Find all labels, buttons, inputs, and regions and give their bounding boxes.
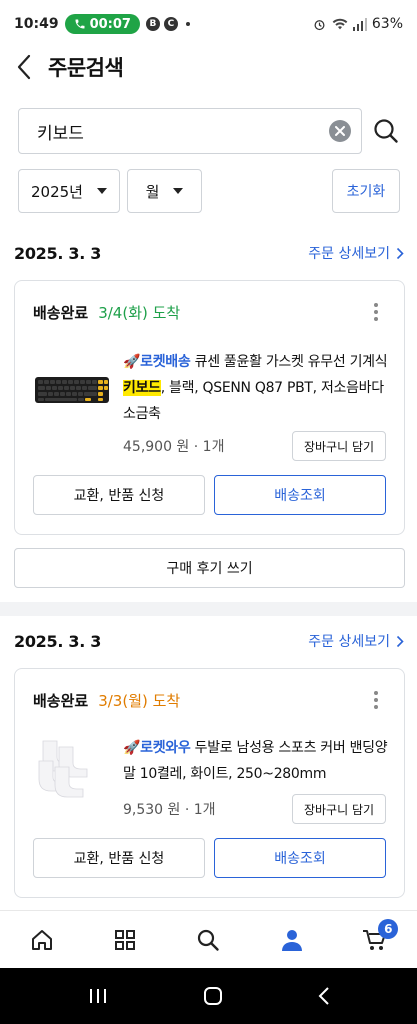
search-keyword-highlight: 키보드 (123, 380, 161, 396)
add-to-cart-button[interactable]: 장바구니 담기 (292, 794, 386, 824)
order-date: 2025. 3. 3 (14, 631, 102, 651)
order-status-row: 배송완료 3/3(월) 도착 (33, 685, 386, 715)
more-notifications-icon (185, 22, 190, 26)
nav-cart[interactable]: 6 (350, 915, 400, 965)
write-review-button[interactable]: 구매 후기 쓰기 (14, 548, 405, 588)
arrival-date: 3/3(월) 도착 (98, 691, 181, 710)
wifi-icon (332, 18, 348, 30)
messenger-notification-icon: B (145, 17, 160, 31)
keyboard-product-image[interactable] (33, 361, 113, 421)
month-select[interactable]: 월 (127, 169, 202, 213)
page-title: 주문검색 (48, 56, 124, 80)
order-group-header: 2025. 3. 3 주문 상세보기 (14, 626, 404, 656)
nav-home[interactable] (17, 915, 67, 965)
close-icon (335, 126, 346, 136)
product-title[interactable]: 🚀로켓배송 큐센 풀윤활 가스켓 유무선 기계식 키보드, 블랙, QSENN … (123, 349, 388, 427)
add-to-cart-button[interactable]: 장바구니 담기 (292, 431, 386, 461)
order-status-row: 배송완료 3/4(화) 도착 (33, 297, 386, 327)
product-title[interactable]: 🚀로켓와우 두발로 남성용 스포츠 커버 밴딩양말 10켤레, 화이트, 250… (123, 735, 388, 787)
order-group-header: 2025. 3. 3 주문 상세보기 (14, 238, 404, 268)
rocket-icon: 🚀 (123, 354, 141, 370)
reset-button[interactable]: 초기화 (332, 169, 400, 213)
order-detail-label: 주문 상세보기 (308, 634, 390, 650)
arrival-date: 3/4(화) 도착 (98, 303, 181, 322)
ongoing-call-pill[interactable]: 00:07 (64, 14, 140, 34)
section-divider (0, 602, 417, 616)
back-button[interactable] (0, 44, 48, 90)
back-nav-icon[interactable] (318, 986, 330, 1006)
product-price: 45,900 원 · 1개 (123, 439, 225, 455)
month-select-value: 월 (145, 182, 160, 201)
order-actions: 교환, 반품 신청 배송조회 (33, 838, 386, 878)
call-timer: 00:07 (89, 16, 131, 32)
nav-search[interactable] (183, 915, 233, 965)
order-detail-link[interactable]: 주문 상세보기 (308, 243, 404, 263)
search-icon (198, 929, 220, 951)
order-actions: 교환, 반품 신청 배송조회 (33, 475, 386, 515)
rocket-delivery-badge: 로켓배송 (140, 354, 191, 370)
chevron-left-icon (17, 54, 31, 80)
order-detail-link[interactable]: 주문 상세보기 (308, 631, 404, 651)
track-delivery-button[interactable]: 배송조회 (214, 838, 386, 878)
search-box (18, 108, 363, 154)
track-delivery-button[interactable]: 배송조회 (214, 475, 386, 515)
year-select[interactable]: 2025년 (18, 169, 120, 213)
delivery-status: 배송완료 (33, 691, 89, 710)
product-title-part: 큐센 풀윤활 가스켓 유무선 기계식 (194, 354, 388, 370)
search-row (18, 108, 408, 154)
exchange-return-button[interactable]: 교환, 반품 신청 (33, 838, 205, 878)
product-title-part: , 블랙, QSENN Q87 PBT, 저소음바다소금축 (123, 380, 384, 422)
delivery-status: 배송완료 (33, 303, 89, 322)
user-icon (281, 929, 302, 951)
nav-my-account[interactable] (267, 915, 317, 965)
alarm-icon (314, 19, 325, 30)
search-input[interactable] (37, 121, 330, 141)
search-icon (374, 119, 398, 143)
rocket-wow-badge: 로켓와우 (140, 740, 191, 756)
order-detail-label: 주문 상세보기 (308, 246, 390, 262)
cart-count-badge: 6 (378, 918, 399, 939)
status-time: 10:49 (14, 16, 59, 32)
app-header: 주문검색 (0, 44, 417, 90)
caret-down-icon (96, 188, 107, 194)
filter-row: 2025년 월 초기화 (18, 169, 400, 213)
clear-search-button[interactable] (329, 120, 352, 142)
home-icon (31, 929, 52, 950)
nav-categories[interactable] (100, 915, 150, 965)
product-price: 9,530 원 · 1개 (123, 802, 216, 818)
phone-icon (75, 19, 85, 29)
search-button[interactable] (364, 108, 408, 154)
home-button-icon[interactable] (203, 986, 223, 1006)
exchange-return-button[interactable]: 교환, 반품 신청 (33, 475, 205, 515)
chevron-right-icon (396, 247, 404, 259)
caret-down-icon (173, 188, 184, 194)
order-card: 배송완료 3/3(월) 도착 🚀로켓와우 두발로 남성용 스포츠 커버 밴딩양말… (14, 668, 405, 898)
socks-product-image[interactable] (33, 735, 105, 801)
year-select-value: 2025년 (31, 182, 83, 201)
recent-apps-icon[interactable] (88, 987, 108, 1005)
chevron-right-icon (396, 635, 404, 647)
battery-level: 63% (371, 16, 403, 32)
rocket-wow-icon: 🚀 (123, 740, 141, 756)
more-options-button[interactable] (366, 688, 386, 712)
order-date: 2025. 3. 3 (14, 243, 102, 263)
grid-icon (115, 929, 136, 950)
app-notification-icon: C (163, 17, 178, 31)
bottom-nav: 6 (0, 910, 417, 968)
system-nav-bar (0, 968, 417, 1024)
status-bar: 10:49 00:07 B C 63% (0, 0, 417, 48)
order-card: 배송완료 3/4(화) 도착 🚀로켓배송 큐센 풀윤활 가스켓 유무선 기계식 … (14, 280, 405, 535)
more-options-button[interactable] (366, 300, 386, 324)
signal-icon (352, 17, 367, 31)
